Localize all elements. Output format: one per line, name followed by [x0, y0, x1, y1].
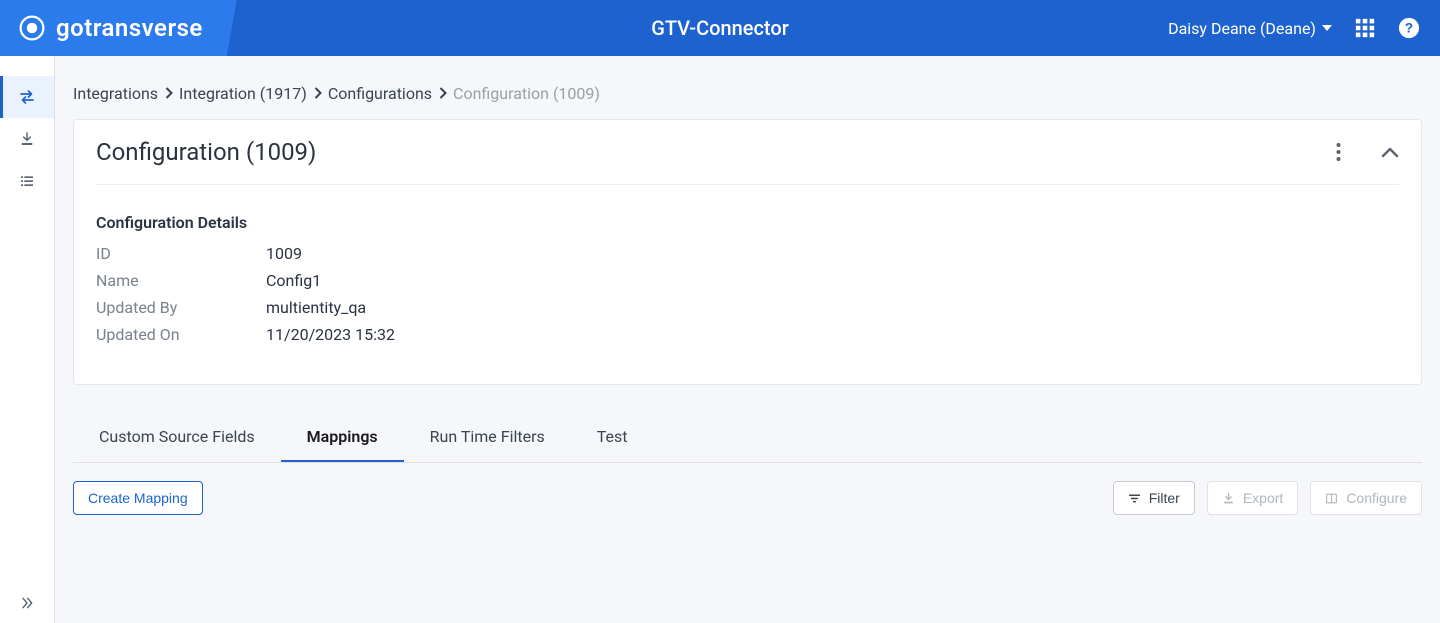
breadcrumb-item-1[interactable]: Integration (1917)	[179, 84, 307, 103]
detail-label-updated-by: Updated By	[96, 298, 266, 317]
columns-icon	[1325, 492, 1338, 505]
brand-logo-text[interactable]: gotransverse	[18, 14, 203, 42]
chevron-right-icon	[313, 84, 322, 103]
chevron-right-icon	[438, 84, 447, 103]
svg-text:?: ?	[1405, 21, 1413, 36]
tab-actions-row: Create Mapping Filter Export	[73, 463, 1422, 515]
configure-button[interactable]: Configure	[1310, 481, 1422, 515]
card-header: Configuration (1009)	[96, 138, 1399, 185]
configure-label: Configure	[1346, 490, 1407, 506]
brand-logo-icon	[18, 14, 46, 42]
details-grid: ID 1009 Name Config1 Updated By multient…	[96, 244, 1399, 344]
chevron-up-icon	[1381, 147, 1399, 158]
page-app-title: GTV-Connector	[651, 16, 789, 40]
caret-down-icon	[1322, 25, 1332, 31]
filter-button[interactable]: Filter	[1113, 481, 1195, 515]
collapse-card-button[interactable]	[1381, 147, 1399, 158]
breadcrumb-item-current: Configuration (1009)	[453, 84, 600, 103]
sidebar-item-download[interactable]	[0, 118, 54, 160]
card-title: Configuration (1009)	[96, 138, 316, 166]
create-mapping-button[interactable]: Create Mapping	[73, 481, 203, 515]
chevron-right-icon	[164, 84, 173, 103]
tabs: Custom Source Fields Mappings Run Time F…	[73, 413, 1422, 463]
section-title: Configuration Details	[96, 213, 1399, 232]
chevron-double-right-icon	[19, 595, 35, 611]
detail-value-id: 1009	[266, 244, 1399, 263]
brand-name: gotransverse	[56, 14, 203, 42]
sidebar-expand-button[interactable]	[0, 583, 54, 623]
sidebar-item-integrations[interactable]	[0, 76, 54, 118]
main-content: Integrations Integration (1917) Configur…	[55, 56, 1440, 623]
transfer-icon	[18, 88, 36, 106]
top-header: gotransverse GTV-Connector Daisy Deane (…	[0, 0, 1440, 56]
configuration-card: Configuration (1009) Configuration Detai…	[73, 119, 1422, 385]
brand-area: gotransverse	[0, 0, 203, 56]
detail-value-updated-by: multientity_qa	[266, 298, 1399, 317]
breadcrumb-item-2[interactable]: Configurations	[328, 84, 432, 103]
kebab-icon	[1336, 142, 1341, 162]
header-right: Daisy Deane (Deane) ?	[1168, 17, 1440, 39]
more-menu-button[interactable]	[1336, 142, 1341, 162]
filter-label: Filter	[1149, 490, 1180, 506]
tab-run-time-filters[interactable]: Run Time Filters	[404, 413, 571, 462]
tab-mappings[interactable]: Mappings	[281, 413, 404, 462]
download-icon	[19, 131, 35, 147]
export-label: Export	[1243, 490, 1283, 506]
list-icon	[19, 173, 35, 189]
user-name: Daisy Deane (Deane)	[1168, 19, 1316, 38]
detail-value-updated-on: 11/20/2023 15:32	[266, 325, 1399, 344]
detail-label-updated-on: Updated On	[96, 325, 266, 344]
breadcrumb-item-0[interactable]: Integrations	[73, 84, 158, 103]
detail-value-name: Config1	[266, 271, 1399, 290]
tab-test[interactable]: Test	[571, 413, 654, 462]
export-button[interactable]: Export	[1207, 481, 1298, 515]
download-icon	[1222, 492, 1235, 505]
tab-custom-source-fields[interactable]: Custom Source Fields	[73, 413, 281, 462]
help-icon[interactable]: ?	[1398, 17, 1420, 39]
detail-label-name: Name	[96, 271, 266, 290]
apps-grid-icon[interactable]	[1354, 17, 1376, 39]
sidebar-item-list[interactable]	[0, 160, 54, 202]
filter-icon	[1128, 492, 1141, 505]
user-menu[interactable]: Daisy Deane (Deane)	[1168, 19, 1332, 38]
breadcrumb: Integrations Integration (1917) Configur…	[73, 84, 1422, 103]
sidebar	[0, 56, 55, 623]
detail-label-id: ID	[96, 244, 266, 263]
